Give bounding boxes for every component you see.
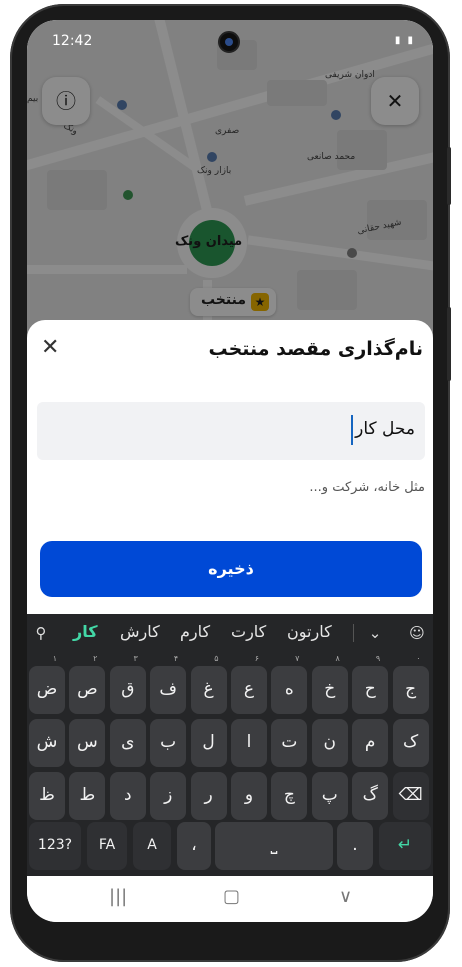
key-label: ف — [159, 679, 177, 699]
language-key[interactable]: FA — [87, 822, 127, 870]
key-label: ص — [77, 679, 98, 699]
front-camera — [218, 31, 240, 53]
key[interactable]: ی — [109, 719, 146, 767]
key[interactable]: چ — [271, 772, 308, 820]
space-key[interactable]: ⎵ — [215, 822, 333, 870]
key[interactable]: ل — [190, 719, 227, 767]
volume-button — [447, 147, 451, 205]
suggestion-item[interactable]: کارت — [231, 622, 266, 641]
key[interactable]: ۵غ — [190, 654, 227, 714]
backspace-key[interactable]: ⌫ — [392, 772, 429, 820]
key-hint: ۸ — [335, 654, 340, 663]
key[interactable]: ش — [29, 719, 65, 767]
key-hint: ۲ — [93, 654, 98, 663]
recent-apps-icon[interactable]: ||| — [109, 886, 127, 907]
status-icons: ▮ ▮ — [394, 35, 415, 46]
key[interactable]: ۳ق — [109, 654, 146, 714]
suggestion-item[interactable]: کارتون — [287, 622, 332, 641]
text-caret — [351, 415, 353, 445]
suggestion-item[interactable]: کار — [73, 622, 98, 641]
enter-key[interactable]: ↵ — [379, 822, 431, 870]
key[interactable]: ۴ف — [150, 654, 187, 714]
emoji-icon[interactable]: ☺ — [407, 623, 427, 643]
key-label: خ — [324, 679, 336, 699]
name-input-value: محل کار — [355, 419, 415, 439]
suggestion-bar: ⚲ کار کارش کارم کارت کارتون ⌄ ☺ — [27, 614, 433, 652]
numbers-key[interactable]: 123? — [29, 822, 81, 870]
search-icon[interactable]: ⚲ — [31, 623, 51, 643]
status-time: 12:42 — [52, 33, 93, 49]
name-input[interactable]: محل کار — [37, 402, 425, 460]
key[interactable]: ب — [150, 719, 187, 767]
suggestion-item[interactable]: کارم — [180, 622, 210, 641]
chevron-down-icon[interactable]: ⌄ — [365, 623, 385, 643]
home-icon[interactable]: ▢ — [223, 886, 240, 907]
keyboard: ⚲ کار کارش کارم کارت کارتون ⌄ ☺ ۰ج۹ح۸خ۷ه… — [27, 614, 433, 876]
power-button — [447, 307, 451, 381]
key[interactable]: ن — [311, 719, 348, 767]
key-hint: ۴ — [173, 654, 179, 663]
key-label: ح — [364, 679, 376, 699]
close-icon[interactable]: ✕ — [41, 337, 59, 359]
key-hint: ۱ — [52, 654, 57, 663]
key[interactable]: گ — [352, 772, 389, 820]
key-label: ج — [405, 679, 417, 699]
key-hint: ۷ — [295, 654, 300, 663]
key-hint: ۶ — [254, 654, 259, 663]
key-hint: ۰ — [416, 654, 421, 663]
map-overlay — [27, 20, 433, 340]
period-key[interactable]: . — [337, 822, 373, 870]
key[interactable]: ت — [271, 719, 308, 767]
key[interactable]: ۱ض — [29, 654, 65, 714]
sheet-title: نام‌گذاری مقصد منتخب — [208, 338, 423, 360]
key[interactable]: ک — [392, 719, 429, 767]
key[interactable]: ۷ه — [271, 654, 308, 714]
key[interactable]: ۶ع — [231, 654, 267, 714]
key-label: غ — [203, 679, 214, 699]
helper-text: مثل خانه، شرکت و... — [309, 480, 425, 495]
key-label: ق — [121, 679, 135, 699]
key[interactable]: ز — [150, 772, 187, 820]
key[interactable]: ۰ج — [392, 654, 429, 714]
navigation-bar: ||| ▢ ∨ — [27, 876, 433, 922]
key-label: ض — [36, 679, 58, 699]
key[interactable]: ۹ح — [352, 654, 389, 714]
key[interactable]: ظ — [29, 772, 65, 820]
text-mode-icon[interactable]: A — [133, 822, 171, 870]
key-hint: ۳ — [133, 654, 138, 663]
key[interactable]: ط — [69, 772, 106, 820]
save-button[interactable]: ذخیره — [40, 541, 422, 597]
key[interactable]: ا — [231, 719, 267, 767]
key[interactable]: س — [69, 719, 106, 767]
key-hint: ۹ — [375, 654, 381, 663]
key[interactable]: م — [352, 719, 389, 767]
key[interactable]: ر — [190, 772, 227, 820]
screen: ادوان شریفی محمد صانعی شهید حقانی ونک با… — [27, 20, 433, 922]
comma-key[interactable]: ، — [177, 822, 211, 870]
key-label: ه — [284, 679, 294, 699]
key-hint: ۵ — [214, 654, 219, 663]
rename-sheet: نام‌گذاری مقصد منتخب ✕ محل کار مثل خانه،… — [27, 320, 433, 620]
back-icon[interactable]: ∨ — [339, 886, 352, 907]
key[interactable]: د — [109, 772, 146, 820]
suggestion-item[interactable]: کارش — [120, 622, 160, 641]
key[interactable]: ۸خ — [311, 654, 348, 714]
key[interactable]: و — [231, 772, 267, 820]
key-label: ع — [243, 679, 255, 699]
key[interactable]: ۲ص — [69, 654, 106, 714]
key[interactable]: پ — [311, 772, 348, 820]
